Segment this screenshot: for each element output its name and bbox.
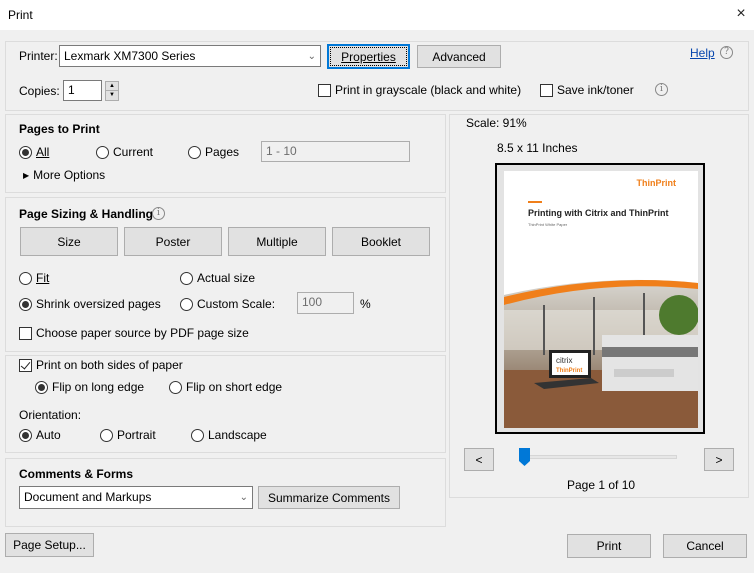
paper-source-option[interactable]: Choose paper source by PDF page size	[19, 326, 249, 340]
chevron-down-icon: ⌄	[307, 50, 316, 62]
prev-page-button[interactable]: <	[464, 448, 494, 471]
printer-selected: Lexmark XM7300 Series	[64, 48, 196, 63]
page-sizing-info-icon[interactable]: i	[152, 207, 165, 220]
copies-input[interactable]: 1	[63, 80, 102, 101]
actual-size-radio[interactable]	[180, 271, 193, 285]
copies-stepper[interactable]: ▲ ▼	[105, 81, 119, 101]
close-icon[interactable]: ×	[733, 5, 749, 23]
orientation-auto-option[interactable]: Auto	[19, 428, 61, 442]
orientation-auto-radio[interactable]	[19, 428, 32, 442]
long-edge-option[interactable]: Flip on long edge	[35, 380, 144, 394]
fit-radio[interactable]	[19, 271, 32, 285]
laptop-thinprint-text: ThinPrint	[556, 368, 582, 374]
more-options-toggle[interactable]: ▶ More Options	[23, 168, 105, 182]
tab-booklet[interactable]: Booklet	[332, 227, 430, 256]
triangle-right-icon: ▶	[23, 170, 30, 180]
laptop-citrix-text: citrix	[556, 356, 572, 365]
grayscale-checkbox[interactable]	[318, 83, 331, 97]
window-title: Print	[8, 8, 33, 22]
pages-range-radio[interactable]	[188, 145, 201, 159]
fit-option[interactable]: Fit	[19, 271, 49, 285]
page-sizing-heading: Page Sizing & Handling	[19, 207, 154, 221]
both-sides-checkbox[interactable]	[19, 358, 32, 372]
copies-label: Copies:	[19, 84, 60, 98]
shrink-option[interactable]: Shrink oversized pages	[19, 297, 161, 311]
short-edge-radio[interactable]	[169, 380, 182, 394]
grayscale-option[interactable]: Print in grayscale (black and white)	[318, 83, 521, 97]
print-button[interactable]: Print	[567, 534, 651, 558]
save-ink-checkbox[interactable]	[540, 83, 553, 97]
summarize-comments-button[interactable]: Summarize Comments	[258, 486, 400, 509]
printer-label: Printer:	[19, 49, 58, 63]
custom-scale-option[interactable]: Custom Scale:	[180, 297, 275, 311]
orientation-landscape-option[interactable]: Landscape	[191, 428, 267, 442]
pages-range-option[interactable]: Pages	[188, 145, 239, 159]
chevron-down-icon: ⌄	[239, 492, 248, 503]
short-edge-option[interactable]: Flip on short edge	[169, 380, 282, 394]
scale-readout: Scale: 91%	[466, 116, 527, 130]
title-bar	[0, 0, 754, 30]
tab-size[interactable]: Size	[20, 227, 118, 256]
orientation-portrait-option[interactable]: Portrait	[100, 428, 156, 442]
doc-subtitle: ThinPrint White Paper	[528, 222, 568, 227]
long-edge-radio[interactable]	[35, 380, 48, 394]
page-indicator: Page 1 of 10	[567, 478, 636, 492]
cancel-button[interactable]: Cancel	[663, 534, 747, 558]
page-preview: ThinPrint Printing with Citrix and ThinP…	[495, 163, 705, 434]
properties-button[interactable]: Properties	[327, 44, 410, 69]
pages-range-input[interactable]: 1 - 10	[261, 141, 410, 162]
pages-to-print-heading: Pages to Print	[19, 122, 100, 136]
comments-forms-heading: Comments & Forms	[19, 467, 134, 481]
stepper-up-icon[interactable]: ▲	[106, 82, 118, 91]
next-page-button[interactable]: >	[704, 448, 734, 471]
both-sides-option[interactable]: Print on both sides of paper	[19, 358, 183, 372]
percent-sign: %	[360, 297, 371, 311]
doc-brand: ThinPrint	[636, 178, 677, 188]
advanced-button[interactable]: Advanced	[417, 45, 501, 68]
page-slider-thumb[interactable]	[519, 448, 530, 466]
comments-forms-select[interactable]: Document and Markups ⌄	[19, 486, 253, 509]
page-slider-track[interactable]	[524, 455, 677, 459]
pages-all-radio[interactable]	[19, 145, 32, 159]
save-ink-option[interactable]: Save ink/toner	[540, 83, 634, 97]
pages-current-radio[interactable]	[96, 145, 109, 159]
stepper-down-icon[interactable]: ▼	[106, 91, 118, 100]
orientation-label: Orientation:	[19, 408, 82, 422]
accent-bar	[528, 201, 542, 203]
orientation-portrait-radio[interactable]	[100, 428, 113, 442]
custom-scale-input[interactable]: 100	[297, 292, 354, 314]
actual-size-option[interactable]: Actual size	[180, 271, 255, 285]
help-link[interactable]: Help	[690, 46, 715, 60]
pages-all-option[interactable]: All	[19, 145, 49, 159]
preview-page-content: ThinPrint Printing with Citrix and ThinP…	[504, 171, 698, 428]
help-icon[interactable]: ?	[720, 46, 733, 59]
tab-multiple[interactable]: Multiple	[228, 227, 326, 256]
paper-size-label: 8.5 x 11 Inches	[497, 141, 578, 155]
orientation-landscape-radio[interactable]	[191, 428, 204, 442]
info-icon[interactable]: i	[655, 83, 668, 96]
paper-source-checkbox[interactable]	[19, 326, 32, 340]
tab-poster[interactable]: Poster	[124, 227, 222, 256]
printer-select[interactable]: Lexmark XM7300 Series ⌄	[59, 45, 321, 67]
shrink-radio[interactable]	[19, 297, 32, 311]
doc-cover-image: citrix ThinPrint	[504, 279, 698, 428]
doc-title: Printing with Citrix and ThinPrint	[528, 208, 669, 218]
custom-scale-radio[interactable]	[180, 297, 193, 311]
pages-current-option[interactable]: Current	[96, 145, 153, 159]
page-setup-button[interactable]: Page Setup...	[5, 533, 94, 557]
